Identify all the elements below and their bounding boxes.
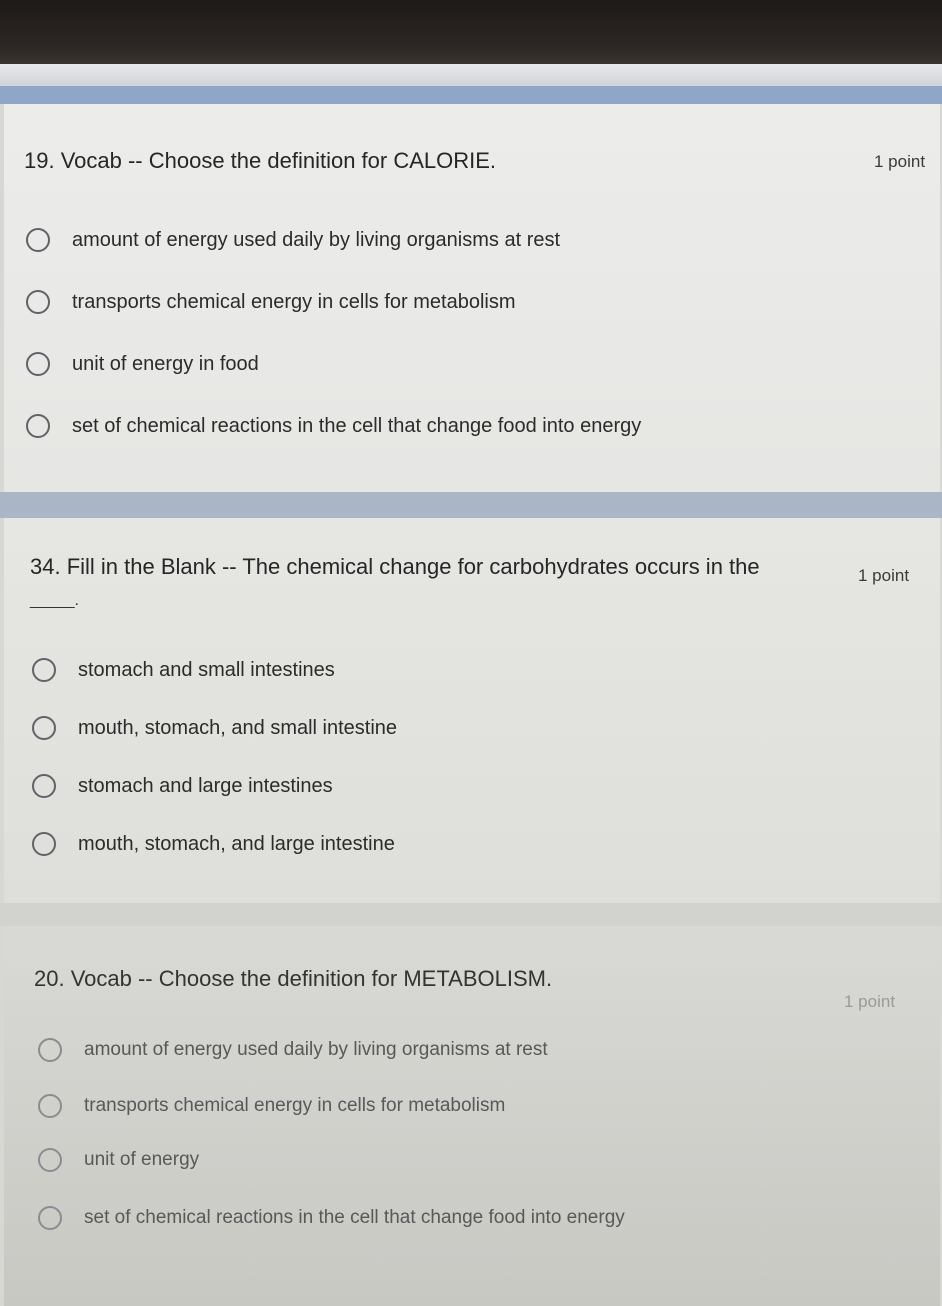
question-points: 1 point [858,566,910,585]
radio-button-icon[interactable] [32,774,56,798]
option-label: set of chemical reactions in the cell th… [84,1207,625,1228]
option-radio[interactable]: stomach and small intestines [32,654,335,686]
option-label: unit of energy [84,1149,200,1170]
option-label: mouth, stomach, and small intestine [78,716,398,739]
radio-button-icon[interactable] [38,1094,62,1118]
question-points: 1 point [844,992,896,1011]
option-label: mouth, stomach, and large intestine [78,832,395,855]
question-title: 19. Vocab -- Choose the definition for C… [24,148,497,173]
radio-button-icon[interactable] [26,228,50,252]
option-radio[interactable]: set of chemical reactions in the cell th… [26,410,641,442]
screen-bezel [0,0,942,64]
form-header-strip [0,86,942,104]
radio-button-icon[interactable] [32,832,56,856]
option-radio[interactable]: mouth, stomach, and small intestine [32,712,397,744]
radio-button-icon[interactable] [26,290,50,314]
option-radio[interactable]: set of chemical reactions in the cell th… [38,1202,625,1234]
option-label: amount of energy used daily by living or… [84,1039,548,1060]
radio-button-icon[interactable] [26,352,50,376]
option-label: stomach and small intestines [78,658,335,681]
question-card-calorie: 19. Vocab -- Choose the definition for C… [4,104,940,492]
question-title: 34. Fill in the Blank -- The chemical ch… [30,554,760,579]
option-radio[interactable]: amount of energy used daily by living or… [26,224,560,256]
question-points: 1 point [874,152,926,171]
browser-top-bar [0,64,942,86]
radio-button-icon[interactable] [32,658,56,682]
option-radio[interactable]: stomach and large intestines [32,770,333,802]
option-label: set of chemical reactions in the cell th… [72,414,642,437]
radio-button-icon[interactable] [38,1148,62,1172]
option-radio[interactable]: amount of energy used daily by living or… [38,1034,548,1066]
question-card-metabolism: 20. Vocab -- Choose the definition for M… [4,926,940,1306]
blank-line: _____. [30,592,79,609]
option-label: stomach and large intestines [78,774,333,797]
radio-button-icon[interactable] [38,1038,62,1062]
option-radio[interactable]: unit of energy in food [26,348,259,380]
radio-button-icon[interactable] [38,1206,62,1230]
section-divider [0,903,942,926]
option-label: unit of energy in food [72,352,259,375]
option-radio[interactable]: mouth, stomach, and large intestine [32,828,395,860]
question-card-fill-in-blank: 34. Fill in the Blank -- The chemical ch… [4,518,940,903]
option-label: transports chemical energy in cells for … [72,290,516,313]
option-radio[interactable]: transports chemical energy in cells for … [38,1090,505,1122]
radio-button-icon[interactable] [32,716,56,740]
option-label: amount of energy used daily by living or… [72,228,561,251]
question-title: 20. Vocab -- Choose the definition for M… [34,966,553,991]
section-divider [0,492,942,518]
radio-button-icon[interactable] [26,414,50,438]
option-radio[interactable]: transports chemical energy in cells for … [26,286,516,318]
option-radio[interactable]: unit of energy [38,1144,199,1176]
option-label: transports chemical energy in cells for … [84,1095,506,1116]
